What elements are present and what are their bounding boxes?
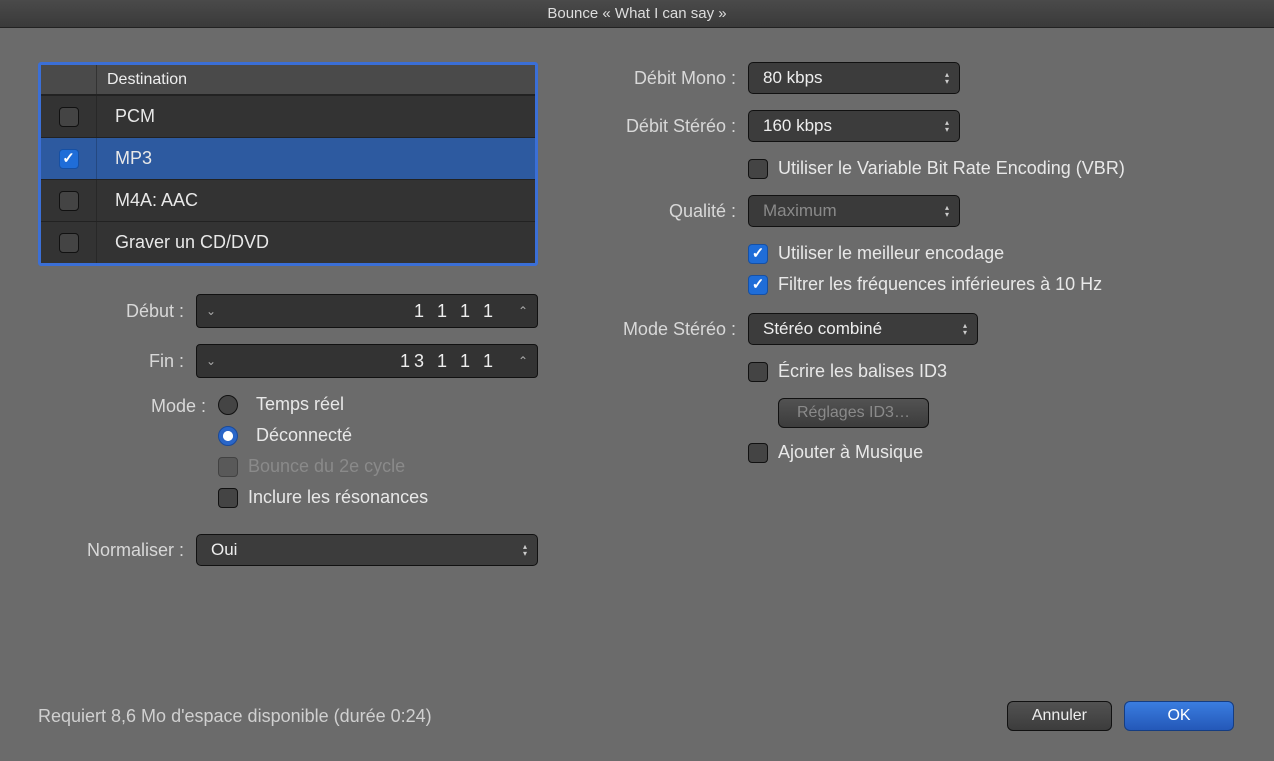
- ok-button[interactable]: OK: [1124, 701, 1234, 731]
- chevron-down-icon[interactable]: ⌄: [197, 354, 225, 368]
- end-value[interactable]: 13 1 1 1: [225, 351, 509, 372]
- add-to-music-checkbox[interactable]: [748, 443, 768, 463]
- stereo-mode-value: Stéréo combiné: [763, 319, 882, 339]
- destination-table: Destination PCM MP3 M4A: AAC Graver un C…: [38, 62, 538, 266]
- end-stepper[interactable]: ⌄ 13 1 1 1 ⌃: [196, 344, 538, 378]
- start-value[interactable]: 1 1 1 1: [225, 301, 509, 322]
- mono-value: 80 kbps: [763, 68, 823, 88]
- caret-icon: [945, 205, 949, 218]
- mode-realtime-label: Temps réel: [256, 394, 344, 415]
- mode-label: Mode :: [38, 394, 218, 417]
- cancel-button[interactable]: Annuler: [1007, 701, 1112, 731]
- mono-select[interactable]: 80 kbps: [748, 62, 960, 94]
- mono-label: Débit Mono :: [578, 68, 748, 89]
- mode-offline-radio[interactable]: [218, 426, 238, 446]
- dest-label-pcm: PCM: [97, 106, 155, 127]
- bounce-2nd-label: Bounce du 2e cycle: [248, 456, 405, 477]
- include-tails-label: Inclure les résonances: [248, 487, 428, 508]
- window-title: Bounce « What I can say »: [0, 0, 1274, 28]
- best-encoding-checkbox[interactable]: [748, 244, 768, 264]
- start-stepper[interactable]: ⌄ 1 1 1 1 ⌃: [196, 294, 538, 328]
- caret-icon: [945, 120, 949, 133]
- filter-10hz-label: Filtrer les fréquences inférieures à 10 …: [778, 274, 1102, 295]
- mode-offline-label: Déconnecté: [256, 425, 352, 446]
- vbr-checkbox[interactable]: [748, 159, 768, 179]
- id3-write-label: Écrire les balises ID3: [778, 361, 947, 382]
- dest-label-m4a: M4A: AAC: [97, 190, 198, 211]
- stereo-label: Débit Stéréo :: [578, 116, 748, 137]
- caret-icon: [963, 323, 967, 336]
- id3-write-checkbox[interactable]: [748, 362, 768, 382]
- dest-row-pcm[interactable]: PCM: [41, 95, 535, 137]
- dest-row-cddvd[interactable]: Graver un CD/DVD: [41, 221, 535, 263]
- caret-icon: [945, 72, 949, 85]
- chevron-down-icon[interactable]: ⌄: [197, 304, 225, 318]
- dest-header-label: Destination: [97, 65, 187, 94]
- dest-check-m4a[interactable]: [59, 191, 79, 211]
- vbr-label: Utiliser le Variable Bit Rate Encoding (…: [778, 158, 1125, 179]
- dest-header-check-col: [41, 65, 97, 94]
- stereo-select[interactable]: 160 kbps: [748, 110, 960, 142]
- chevron-up-icon[interactable]: ⌃: [509, 354, 537, 368]
- best-encoding-label: Utiliser le meilleur encodage: [778, 243, 1004, 264]
- stereo-value: 160 kbps: [763, 116, 832, 136]
- status-text: Requiert 8,6 Mo d'espace disponible (dur…: [38, 706, 432, 727]
- mode-realtime-radio[interactable]: [218, 395, 238, 415]
- quality-label: Qualité :: [578, 201, 748, 222]
- dest-row-mp3[interactable]: MP3: [41, 137, 535, 179]
- end-label: Fin :: [38, 351, 196, 372]
- normalize-label: Normaliser :: [38, 540, 196, 561]
- dest-check-cddvd[interactable]: [59, 233, 79, 253]
- stereo-mode-label: Mode Stéréo :: [578, 319, 748, 340]
- bounce-2nd-checkbox: [218, 457, 238, 477]
- id3-settings-button: Réglages ID3…: [778, 398, 929, 428]
- filter-10hz-checkbox[interactable]: [748, 275, 768, 295]
- quality-value: Maximum: [763, 201, 837, 221]
- normalize-select[interactable]: Oui: [196, 534, 538, 566]
- dest-label-cddvd: Graver un CD/DVD: [97, 232, 269, 253]
- chevron-up-icon[interactable]: ⌃: [509, 304, 537, 318]
- include-tails-checkbox[interactable]: [218, 488, 238, 508]
- normalize-value: Oui: [211, 540, 237, 560]
- start-label: Début :: [38, 301, 196, 322]
- dest-check-pcm[interactable]: [59, 107, 79, 127]
- caret-icon: [523, 544, 527, 557]
- stereo-mode-select[interactable]: Stéréo combiné: [748, 313, 978, 345]
- dest-label-mp3: MP3: [97, 148, 152, 169]
- dest-check-mp3[interactable]: [59, 149, 79, 169]
- dest-row-m4a[interactable]: M4A: AAC: [41, 179, 535, 221]
- add-to-music-label: Ajouter à Musique: [778, 442, 923, 463]
- quality-select: Maximum: [748, 195, 960, 227]
